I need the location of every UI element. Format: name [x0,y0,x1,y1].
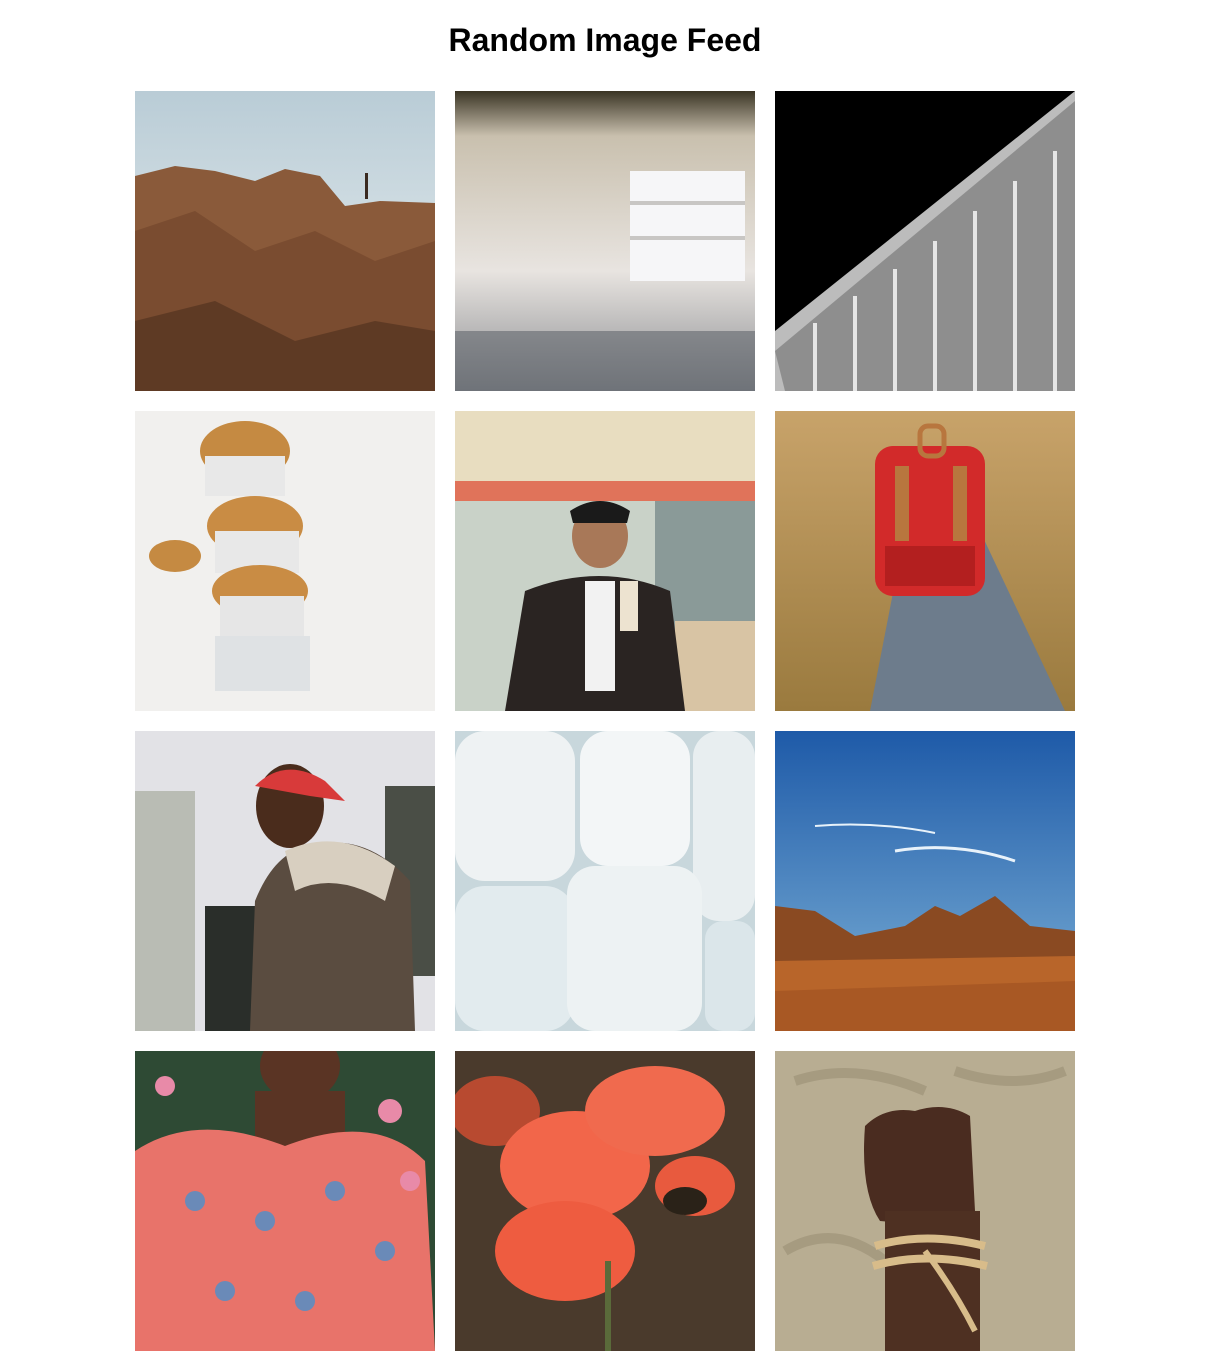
hazy-interior-image [455,91,755,391]
feed-image-woman-floral-top[interactable] [135,1051,435,1351]
feed-image-bound-fist[interactable] [775,1051,1075,1351]
feed-image-building-facade[interactable] [775,91,1075,391]
feed-image-rocky-cliff[interactable] [135,91,435,391]
man-red-cap-image [135,731,435,1031]
red-backpack-image [775,411,1075,711]
page-title: Random Image Feed [448,22,762,58]
muffins-image [135,411,435,711]
white-bales-image [455,731,755,1031]
woman-floral-top-image [135,1051,435,1351]
feed-image-hazy-interior[interactable] [455,91,755,391]
feed-image-red-backpack[interactable] [775,411,1075,711]
image-feed-grid [135,91,1075,1351]
feed-image-man-red-cap[interactable] [135,731,435,1031]
feed-image-white-bales[interactable] [455,731,755,1031]
building-facade-image [775,91,1075,391]
man-in-diner-image [455,411,755,711]
bound-fist-image [775,1051,1075,1351]
feed-image-muffins[interactable] [135,411,435,711]
rocky-cliff-image [135,91,435,391]
desert-mountains-image [775,731,1075,1031]
red-poppies-image [455,1051,755,1351]
feed-image-desert-mountains[interactable] [775,731,1075,1031]
feed-image-man-in-diner[interactable] [455,411,755,711]
feed-image-red-poppies[interactable] [455,1051,755,1351]
